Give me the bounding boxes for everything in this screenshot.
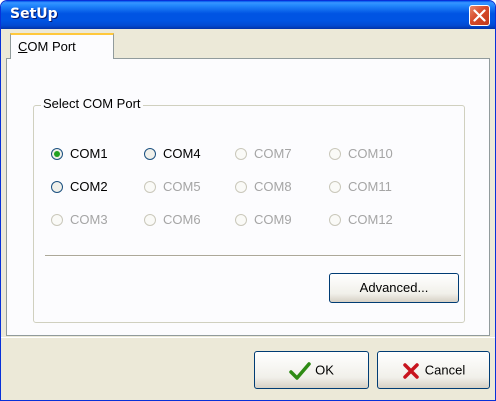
radio-circle: [51, 147, 63, 160]
radio-circle: [51, 213, 63, 226]
tab-mnemonic: C: [18, 39, 28, 54]
group-label: Select COM Port: [41, 96, 143, 111]
radio-circle: [144, 180, 156, 193]
radio-circle: [329, 180, 341, 193]
advanced-button[interactable]: Advanced...: [329, 273, 459, 303]
radio-circle: [235, 180, 247, 193]
tab-strip: COM Port: [6, 33, 490, 63]
radio-label: COM3: [70, 212, 108, 227]
radio-com6[interactable]: COM6: [144, 211, 201, 229]
title-bar[interactable]: SetUp: [1, 1, 495, 29]
close-button[interactable]: [469, 5, 490, 26]
window-title: SetUp: [10, 6, 58, 22]
radio-com4[interactable]: COM4: [144, 145, 201, 163]
radio-com3[interactable]: COM3: [51, 211, 108, 229]
setup-dialog: SetUp COM Port Select COM Port COM1 COM2…: [0, 0, 496, 401]
radio-circle: [235, 147, 247, 160]
radio-circle: [144, 147, 156, 160]
radio-label: COM4: [163, 146, 201, 161]
cancel-button[interactable]: Cancel: [377, 351, 490, 389]
radio-com11[interactable]: COM11: [329, 178, 392, 196]
tab-label: OM Port: [27, 39, 76, 54]
advanced-label: Advanced...: [359, 280, 429, 295]
radio-com7[interactable]: COM7: [235, 145, 292, 163]
radio-label: COM7: [254, 146, 292, 161]
radio-circle: [329, 147, 341, 160]
radio-circle: [144, 213, 156, 226]
radio-com10[interactable]: COM10: [329, 145, 393, 163]
radio-label: COM6: [163, 212, 201, 227]
radio-label: COM8: [254, 179, 292, 194]
close-icon: [473, 9, 486, 22]
radio-circle: [329, 213, 341, 226]
radio-label: COM2: [70, 179, 108, 194]
checkmark-icon: [289, 361, 311, 380]
radio-com12[interactable]: COM12: [329, 211, 393, 229]
radio-circle: [51, 180, 63, 193]
radio-circle: [235, 213, 247, 226]
radio-com9[interactable]: COM9: [235, 211, 292, 229]
radio-label: COM12: [348, 212, 393, 227]
radio-label: COM11: [348, 179, 392, 194]
radio-label: COM10: [348, 146, 393, 161]
ok-button[interactable]: OK: [254, 351, 369, 389]
x-mark-icon: [403, 362, 419, 379]
radio-label: COM9: [254, 212, 292, 227]
group-separator: [45, 255, 461, 257]
tab-com-port[interactable]: COM Port: [10, 33, 114, 59]
radio-label: COM1: [70, 146, 108, 161]
radio-com5[interactable]: COM5: [144, 178, 201, 196]
radio-com1[interactable]: COM1: [51, 145, 108, 163]
ok-label: OK: [315, 362, 334, 378]
cancel-label: Cancel: [424, 362, 466, 378]
radio-label: COM5: [163, 179, 201, 194]
radio-com8[interactable]: COM8: [235, 178, 292, 196]
radio-com2[interactable]: COM2: [51, 178, 108, 196]
